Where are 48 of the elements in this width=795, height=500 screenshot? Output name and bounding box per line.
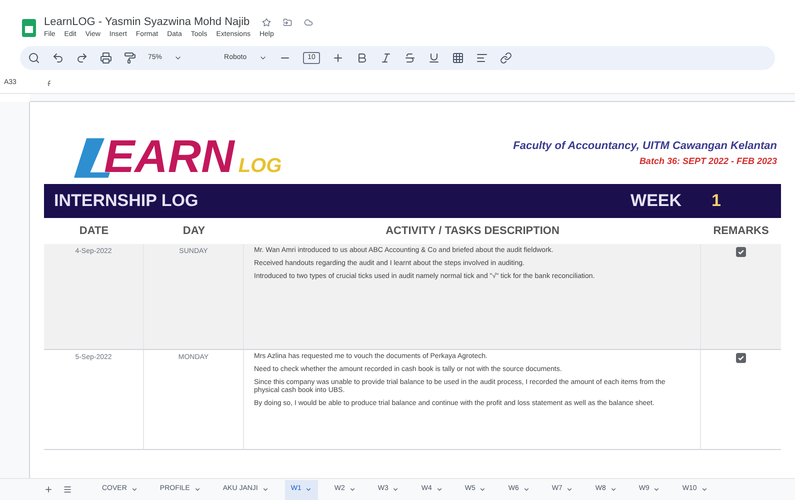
faculty-text: Faculty of Accountancy, UITM Cawangan Kelantan [513,139,777,154]
increase-font-icon[interactable] [332,52,344,64]
italic-icon[interactable] [380,52,392,64]
print-icon[interactable] [100,52,112,64]
add-sheet-icon[interactable] [44,485,53,494]
redo-icon[interactable] [76,52,88,64]
caret-icon[interactable] [436,486,443,493]
caret-icon[interactable] [479,486,486,493]
banner-title: INTERNSHIP LOG [54,190,198,212]
checkbox[interactable] [736,247,746,257]
caret-icon[interactable] [305,486,312,493]
logo-subtext: LOG [238,154,282,178]
caret-icon[interactable] [194,486,201,493]
logo-text: EARN [104,134,234,178]
sheets-logo-icon[interactable] [22,19,36,37]
paint-format-icon[interactable] [124,52,136,64]
caret-icon[interactable] [700,486,708,493]
caret-icon[interactable] [348,486,356,493]
star-icon[interactable] [262,18,271,27]
checkbox[interactable] [736,353,746,363]
strikethrough-icon[interactable] [404,52,416,64]
borders-icon[interactable] [452,52,464,64]
document-title[interactable]: LearnLOG - Yasmin Syazwina Mohd Najib [44,16,250,29]
column-header: ACTIVITY / TASKS DESCRIPTION [384,224,560,239]
caret-icon[interactable] [392,486,400,493]
week-number: 1 [712,190,721,212]
search-icon[interactable] [28,52,40,64]
week-label: WEEK [630,190,682,212]
function-icon [46,80,54,87]
bold-icon[interactable] [356,52,368,64]
caret-icon[interactable] [130,486,138,493]
menu-icon[interactable] [63,485,72,494]
undo-icon[interactable] [52,52,64,64]
cloud-icon[interactable] [304,18,313,27]
column-header: REMARKS [712,224,770,239]
caret-icon[interactable] [174,54,182,62]
column-header: DAY [182,224,206,239]
caret-icon[interactable] [262,486,269,493]
batch-text: Batch 36: SEPT 2022 - FEB 2023 [639,154,777,168]
align-icon[interactable] [476,52,488,64]
folder-icon[interactable] [282,18,292,27]
link-icon[interactable] [500,52,512,64]
caret-icon[interactable] [653,486,660,493]
caret-icon[interactable] [522,486,530,493]
caret-icon[interactable] [566,486,574,493]
caret-icon[interactable] [258,54,267,62]
caret-icon[interactable] [610,486,617,493]
column-header: DATE [78,224,110,239]
